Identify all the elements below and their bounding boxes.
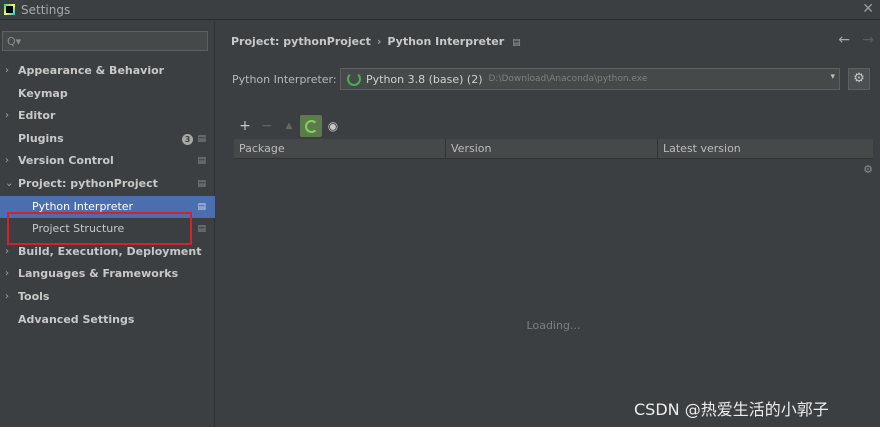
packages-toolbar: + − ▲ ◉ [234,115,344,137]
project-settings-icon: ▤ [197,133,206,144]
sidebar-item-label: Build, Execution, Deployment [18,244,202,258]
breadcrumb-separator: › [376,35,382,48]
settings-search[interactable]: Q▾ [2,31,208,51]
sidebar-item-label: Project Structure [32,222,125,236]
plugin-updates-badge: 3 [182,133,193,145]
interpreter-settings-button[interactable]: ⚙ [848,68,870,90]
chevron-right-icon[interactable]: › [5,150,13,173]
packages-table: Package Version Latest version ⚙ Loading… [234,139,873,427]
sidebar-item-tools[interactable]: › Tools [0,286,215,309]
project-settings-icon: ▤ [197,156,206,167]
chevron-right-icon[interactable]: › [5,105,13,128]
loading-text: Loading... [526,319,581,332]
sidebar-item-appearance-behavior[interactable]: › Appearance & Behavior [0,60,215,83]
gear-icon[interactable]: ⚙ [863,163,873,176]
forward-arrow-icon[interactable]: → [862,32,874,48]
project-settings-icon: ▤ [512,38,521,48]
chevron-down-icon[interactable]: ▾ [830,72,835,82]
sidebar-item-plugins[interactable]: Plugins 3 ▤ [0,128,215,151]
sidebar-item-editor[interactable]: › Editor [0,105,215,128]
chevron-right-icon[interactable]: › [5,286,13,309]
upgrade-package-button[interactable]: ▲ [278,115,300,137]
column-header-version[interactable]: Version [446,139,658,159]
chevron-down-icon[interactable]: ⌄ [5,173,13,196]
chevron-right-icon[interactable]: › [5,241,13,264]
sidebar-item-label: Editor [18,109,56,123]
show-early-releases-button[interactable]: ◉ [322,115,344,137]
remove-package-button[interactable]: − [256,115,278,137]
sidebar-item-project-structure[interactable]: Project Structure ▤ [0,218,215,241]
search-input[interactable] [24,33,199,49]
title-bar: Settings ✕ [0,0,880,20]
sidebar-item-project[interactable]: ⌄ Project: pythonProject ▤ [0,173,215,196]
breadcrumb-project: Project: pythonProject [231,35,371,48]
eye-icon: ◉ [327,119,339,133]
interpreter-label: Python Interpreter: [232,73,337,86]
column-header-latest-version[interactable]: Latest version [658,139,873,159]
project-settings-icon: ▤ [197,178,206,189]
gear-icon: ⚙ [853,71,865,86]
table-header: Package Version Latest version [234,139,873,159]
interpreter-path: D:\Download\Anaconda\python.exe [488,74,648,84]
sidebar-item-label: Advanced Settings [18,312,135,326]
sidebar-item-languages-frameworks[interactable]: › Languages & Frameworks [0,263,215,286]
sidebar-item-label: Keymap [18,86,68,100]
sidebar-item-version-control[interactable]: › Version Control ▤ [0,150,215,173]
sidebar-item-label: Appearance & Behavior [18,64,165,77]
chevron-right-icon[interactable]: › [5,263,13,286]
sidebar-item-label: Project: pythonProject [18,176,158,190]
project-settings-icon: ▤ [197,201,206,212]
sidebar-item-label: Languages & Frameworks [18,267,179,281]
close-icon[interactable]: ✕ [862,1,874,17]
sidebar-item-label: Python Interpreter [32,199,134,213]
interpreter-name: Python 3.8 (base) (2) [366,72,483,86]
back-arrow-icon[interactable]: ← [838,32,850,48]
interpreter-dropdown[interactable]: Python 3.8 (base) (2) D:\Download\Anacon… [340,68,840,90]
sidebar-item-label: Plugins [18,131,64,145]
sidebar-item-advanced-settings[interactable]: Advanced Settings [0,309,215,332]
settings-content: Project: pythonProject › Python Interprete… [216,21,880,427]
search-icon: Q▾ [7,34,22,48]
sidebar-item-python-interpreter[interactable]: Python Interpreter ▤ [0,195,215,219]
pycharm-logo-icon [4,4,15,15]
sidebar-item-keymap[interactable]: Keymap [0,83,215,106]
sidebar-item-label: Tools [18,289,50,303]
window-title: Settings [21,2,71,17]
add-package-button[interactable]: + [234,115,256,137]
breadcrumb-page: Python Interpreter [387,35,505,48]
column-header-package[interactable]: Package [234,139,446,159]
chevron-right-icon[interactable]: › [5,60,13,83]
settings-sidebar: Q▾ › Appearance & Behavior Keymap › Edit… [0,21,215,427]
sidebar-item-label: Version Control [18,154,114,168]
settings-tree: › Appearance & Behavior Keymap › Editor … [0,60,215,331]
refresh-button[interactable] [300,115,322,137]
sidebar-item-build-execution-deployment[interactable]: › Build, Execution, Deployment [0,241,215,264]
watermark-text: CSDN @热爱生活的小郭子 [634,400,829,419]
loading-spinner-icon [304,120,318,133]
project-settings-icon: ▤ [197,224,206,235]
python-loading-icon [347,72,361,86]
breadcrumb: Project: pythonProject › Python Interprete… [231,35,521,48]
